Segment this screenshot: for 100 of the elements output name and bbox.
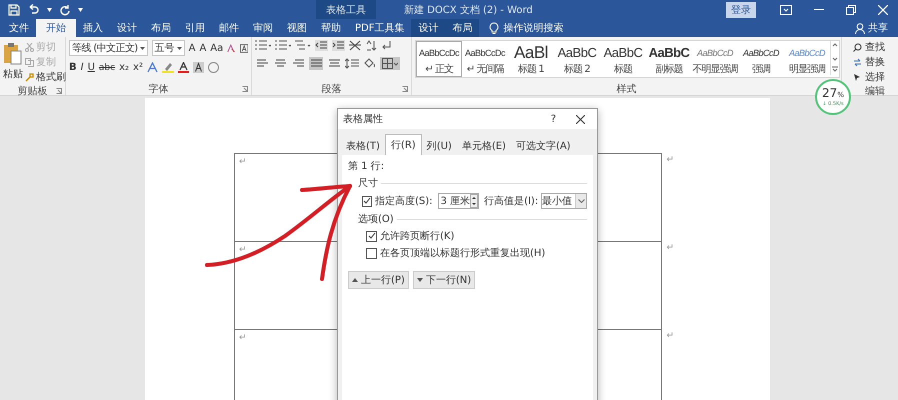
ribbon-tab[interactable]: 开始 [36,19,76,37]
caret-icon [176,46,182,50]
height-spin-field[interactable]: 3 厘米 [438,193,480,209]
checkbox-label[interactable]: 允许跨页断行(K) [380,229,454,243]
minimize-icon[interactable] [814,8,824,10]
font-button[interactable]: abc [98,62,116,72]
font-button[interactable]: Aa [210,42,224,54]
group-label: 样式 [616,82,636,96]
sort-icon[interactable] [366,40,377,51]
font-family-dropdown[interactable]: 等线 (中文正文) [69,40,148,56]
ribbon-tab[interactable]: 邮件 [212,19,246,37]
font-button[interactable]: x² [133,62,143,73]
save-icon[interactable] [8,4,20,16]
dialog-launcher-icon[interactable] [242,86,248,92]
dialog-tab[interactable]: 列(U) [422,137,457,155]
person-icon[interactable] [855,22,865,34]
character-shading-icon[interactable] [192,62,204,73]
bullet-list-icon[interactable] [255,40,271,51]
caret-icon[interactable] [47,8,52,12]
ribbon-tab[interactable]: 文件 [2,19,36,37]
font-button[interactable]: x₂ [119,62,130,73]
paragraph-mark: ↵ [239,157,247,167]
checkbox-label[interactable]: 在各页顶端以标题行形式重复出现(H) [380,246,546,260]
decrease-indent-icon[interactable] [315,40,328,51]
spin-arrows-icon[interactable] [470,194,478,208]
style-option[interactable]: AaBbCcDc ↵ 无间隔 [462,41,508,77]
paragraph-mark: ↵ [239,245,247,255]
style-option[interactable]: AaBbC 标题 [600,41,646,77]
dialog-launcher-icon[interactable] [402,86,408,92]
font-button[interactable]: U [88,62,95,73]
login-button[interactable]: 登录 [726,2,756,18]
font-button[interactable]: A [188,42,196,54]
checkbox[interactable] [366,230,377,242]
tell-me-search[interactable]: 操作说明搜索 [503,19,564,37]
line-spacing-icon[interactable] [345,58,359,69]
borders-button[interactable] [380,57,400,70]
paragraph-mark-icon[interactable] [381,40,392,51]
checkbox[interactable] [366,248,377,258]
row-end-mark: ↵ [666,243,674,253]
ribbon-tab[interactable]: 设计 [110,19,144,37]
numbered-list-icon[interactable] [275,40,291,51]
style-option[interactable]: AaBbCcD 明显强调 [784,41,830,77]
paste-button[interactable]: 粘贴 [3,40,23,84]
font-color-icon[interactable] [178,62,189,73]
ribbon-tab[interactable]: 插入 [76,19,110,37]
close-icon[interactable] [576,114,585,124]
font-button[interactable]: A [199,42,206,54]
ribbon-tab[interactable]: PDF工具集 [348,19,412,37]
checkbox-label[interactable]: 指定高度(S): [375,194,433,208]
alignment-button[interactable] [309,57,323,70]
multilevel-list-icon[interactable] [295,40,311,51]
gallery-scrollbar[interactable] [830,41,839,75]
style-option[interactable]: AaBbCcDc ↵ 正文 [416,41,462,77]
style-option[interactable]: AaBl 标题 1 [508,41,554,77]
customize-caret-icon[interactable] [78,8,83,12]
ribbon-tab[interactable]: 布局 [144,19,178,37]
ribbon-tab[interactable]: 设计 [411,19,446,37]
editing-command[interactable]: 查找 [853,40,895,54]
checkbox[interactable] [362,196,372,206]
ribbon-display-icon[interactable] [780,4,792,14]
ribbon-tab[interactable]: 审阅 [246,19,280,37]
style-option[interactable]: AaBbCcD 不明显强调 [692,41,738,77]
enclosed-character-icon[interactable] [208,62,219,73]
section-heading: 尺寸 [358,176,378,190]
style-option[interactable]: AaBbC 标题 2 [554,41,600,77]
dialog-tab[interactable]: 单元格(E) [456,137,511,155]
next-row-button[interactable]: 下一行(N) [412,271,476,289]
style-option[interactable]: AaBbCcD 强调 [738,41,784,77]
scissors-icon [25,42,34,52]
dialog-launcher-icon[interactable] [56,88,62,94]
share-button[interactable]: 共享 [868,21,888,35]
dialog-tab[interactable]: 可选文字(A) [510,137,576,155]
style-option[interactable]: AaBbC 副标题 [646,41,692,77]
clipboard-icon [3,42,23,66]
font-size-dropdown[interactable]: 五号 [152,40,185,56]
height-rule-dropdown[interactable]: 最小值 [541,193,587,209]
previous-row-button[interactable]: 上一行(P) [348,271,409,289]
text-box-icon[interactable] [240,42,248,54]
ribbon-tab[interactable]: 帮助 [314,19,348,37]
editing-command[interactable]: 替换 [853,55,895,69]
restore-icon[interactable] [846,4,856,14]
help-button[interactable]: ? [550,114,556,124]
redo-icon[interactable] [59,4,71,16]
row-end-mark: ↵ [666,155,674,165]
cursor-icon [853,72,862,82]
font-button[interactable]: I [80,62,84,73]
ribbon-tab[interactable]: 布局 [445,19,480,37]
dialog-tab[interactable]: 行(R) [384,134,422,155]
shading-icon[interactable] [363,58,376,69]
clipboard-command[interactable]: 格式刷 [25,70,66,84]
clear-format-icon[interactable] [227,42,236,54]
font-button[interactable]: B [69,62,77,73]
editing-command[interactable]: 选择 [853,70,895,84]
dialog-tab[interactable]: 表格(T) [341,137,385,155]
text-effect-icon[interactable] [146,62,158,73]
ribbon-tab[interactable]: 视图 [280,19,314,37]
undo-icon[interactable] [27,4,40,16]
ribbon-tab[interactable]: 引用 [178,19,212,37]
lightbulb-icon[interactable] [489,22,500,34]
increase-indent-icon[interactable] [332,40,345,51]
